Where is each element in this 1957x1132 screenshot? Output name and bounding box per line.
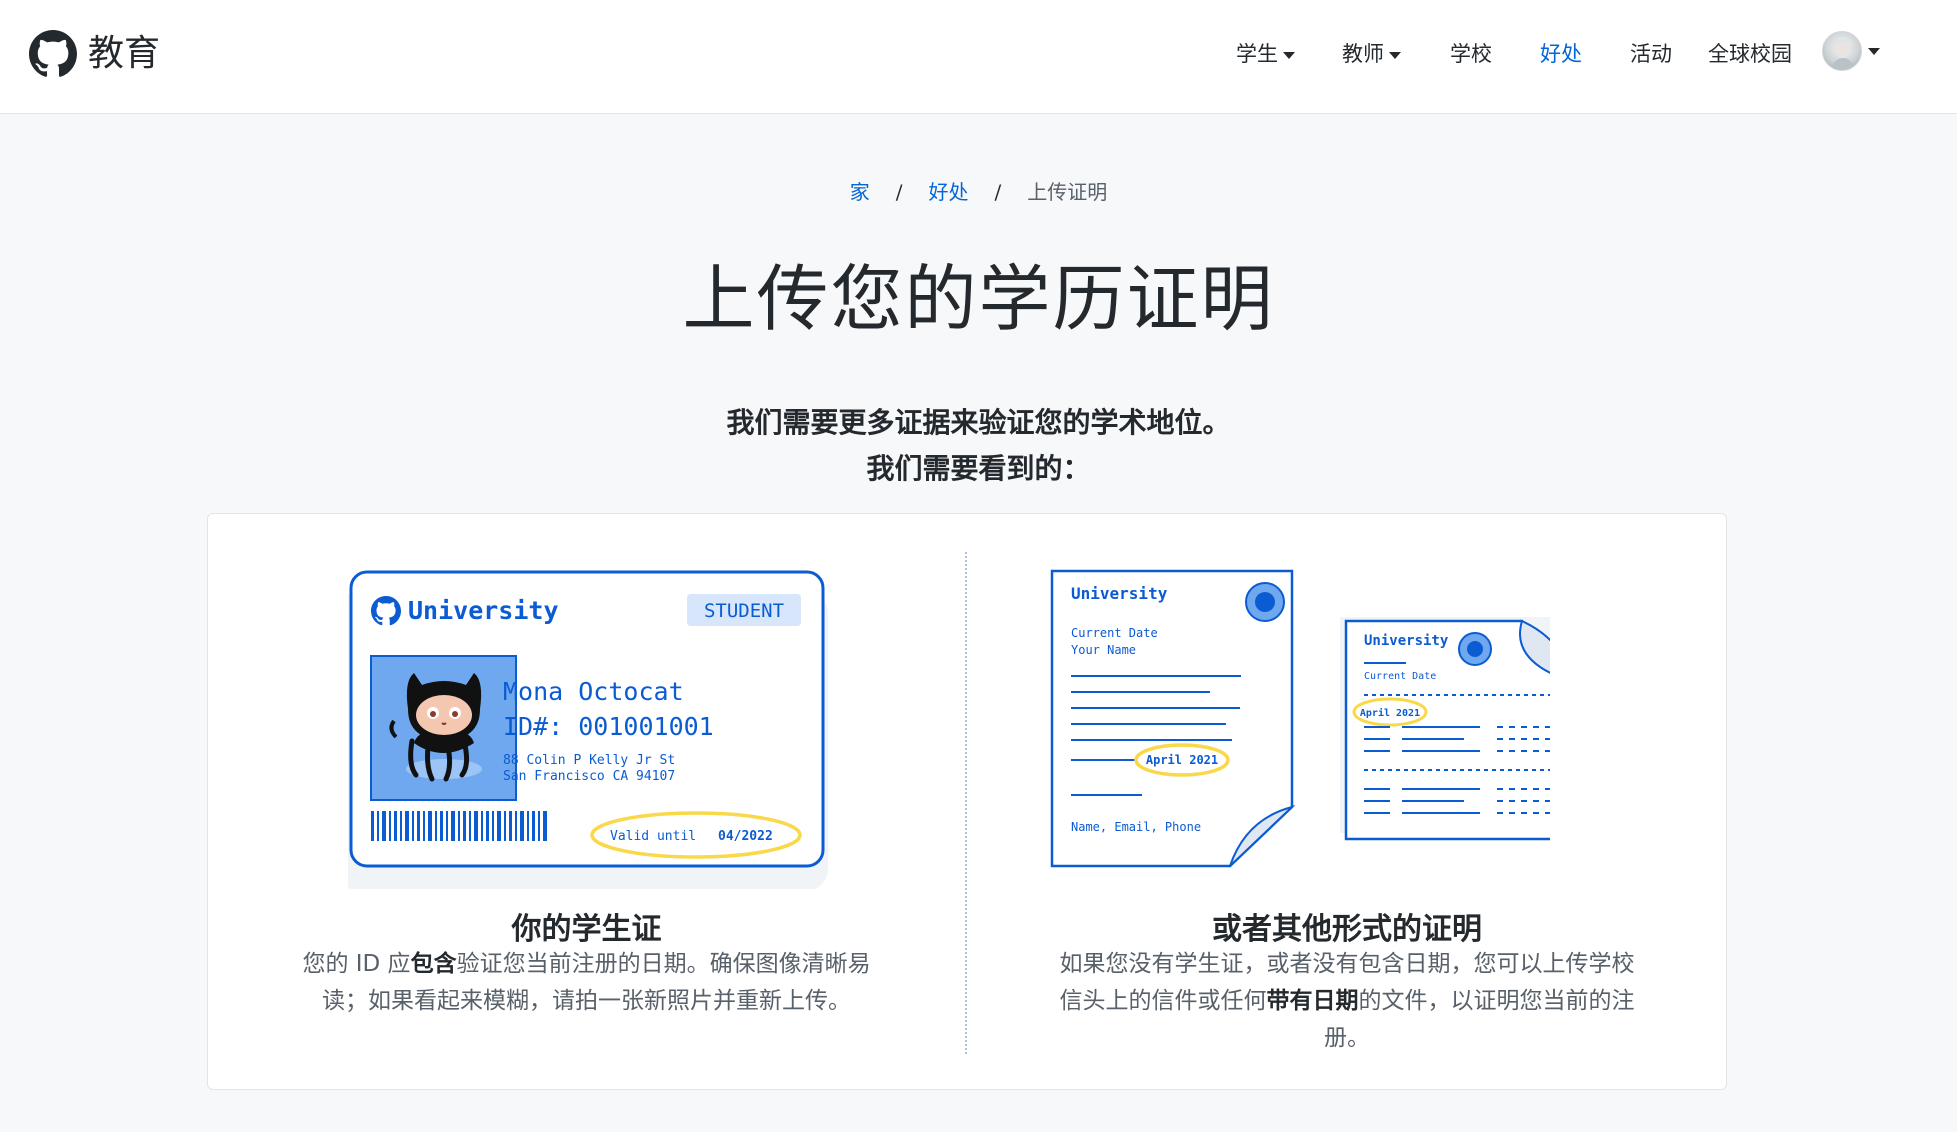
letter-document-1: University Current Date Your Name April … bbox=[1050, 569, 1294, 868]
nav-schools[interactable]: 学校 bbox=[1450, 36, 1492, 72]
avatar-image-icon bbox=[1831, 37, 1855, 70]
doc2-university: University bbox=[1364, 633, 1449, 649]
id-valid-label: Valid until bbox=[610, 829, 696, 844]
breadcrumb-separator: / bbox=[994, 180, 1002, 204]
nav-events[interactable]: 活动 bbox=[1630, 36, 1672, 72]
doc1-footer: Name, Email, Phone bbox=[1071, 820, 1201, 834]
letter-document-2: University Current Date April 2021 bbox=[1340, 617, 1550, 841]
github-logo-icon bbox=[1467, 641, 1483, 657]
breadcrumb: 家 / 好处 / 上传证明 bbox=[0, 176, 1957, 205]
right-desc-bold: 带有日期 bbox=[1266, 988, 1359, 1014]
brand-logo-link[interactable]: 教育 bbox=[29, 30, 160, 78]
avatar bbox=[1822, 31, 1862, 71]
doc1-date-stamp: April 2021 bbox=[1146, 753, 1218, 767]
chevron-down-icon bbox=[1283, 51, 1295, 59]
id-valid-date: 04/2022 bbox=[718, 829, 773, 844]
breadcrumb-benefits[interactable]: 好处 bbox=[929, 180, 969, 204]
doc2-current-date: Current Date bbox=[1364, 671, 1436, 682]
doc1-university: University bbox=[1071, 584, 1168, 603]
user-menu[interactable] bbox=[1822, 31, 1882, 71]
nav-students[interactable]: 学生 bbox=[1236, 36, 1295, 72]
id-number: ID#: 001001001 bbox=[503, 712, 714, 741]
github-logo-icon bbox=[1255, 592, 1275, 612]
nav-teachers-label: 教师 bbox=[1342, 42, 1384, 66]
page-title: 上传您的学历证明 bbox=[682, 257, 1275, 341]
student-id-illustration: University STUDENT Mona Octocat ID#: 001… bbox=[348, 570, 828, 889]
doc2-date-stamp: April 2021 bbox=[1360, 707, 1420, 719]
doc1-your-name: Your Name bbox=[1071, 643, 1136, 657]
proof-options-card: University STUDENT Mona Octocat ID#: 001… bbox=[207, 513, 1727, 1090]
id-address-1: 88 Colin P Kelly Jr St bbox=[503, 753, 675, 768]
github-logo-icon bbox=[29, 30, 77, 77]
id-university: University bbox=[408, 596, 559, 625]
breadcrumb-home[interactable]: 家 bbox=[850, 180, 870, 204]
column-divider bbox=[965, 552, 967, 1054]
id-name: Mona Octocat bbox=[503, 677, 684, 706]
right-title: 或者其他形式的证明 bbox=[1212, 912, 1482, 947]
right-desc-part: 的文件，以证明您当前的注册。 bbox=[1324, 988, 1635, 1051]
left-desc-part: 您的 ID 应 bbox=[302, 951, 411, 977]
nav-students-label: 学生 bbox=[1236, 42, 1278, 66]
documents-illustration: University Current Date Your Name April … bbox=[1050, 569, 1550, 868]
nav-benefits[interactable]: 好处 bbox=[1540, 36, 1582, 72]
nav-global-campus[interactable]: 全球校园 bbox=[1708, 36, 1792, 72]
breadcrumb-separator: / bbox=[895, 180, 903, 204]
breadcrumb-current: 上传证明 bbox=[1027, 180, 1108, 204]
id-address-2: San Francisco CA 94107 bbox=[503, 769, 675, 784]
lead-line-2: 我们需要看到的： bbox=[866, 452, 1091, 485]
left-title: 你的学生证 bbox=[511, 912, 662, 947]
site-header: 教育 学生 教师 学校 好处 活动 全球校园 bbox=[0, 0, 1957, 114]
lead-text: 我们需要更多证据来验证您的学术地位。 我们需要看到的： bbox=[0, 400, 1957, 492]
left-desc-bold: 包含 bbox=[410, 951, 457, 977]
chevron-down-icon bbox=[1868, 48, 1880, 55]
left-description: 您的 ID 应包含验证您当前注册的日期。确保图像清晰易读；如果看起来模糊，请拍一… bbox=[300, 946, 873, 1020]
brand-name: 教育 bbox=[88, 33, 161, 74]
id-badge-text: STUDENT bbox=[704, 600, 784, 622]
chevron-down-icon bbox=[1389, 51, 1401, 59]
lead-line-1: 我们需要更多证据来验证您的学术地位。 bbox=[726, 406, 1231, 439]
doc1-current-date: Current Date bbox=[1071, 626, 1158, 640]
nav-teachers[interactable]: 教师 bbox=[1342, 36, 1401, 72]
right-description: 如果您没有学生证，或者没有包含日期，您可以上传学校信头上的信件或任何带有日期的文… bbox=[1058, 946, 1636, 1057]
